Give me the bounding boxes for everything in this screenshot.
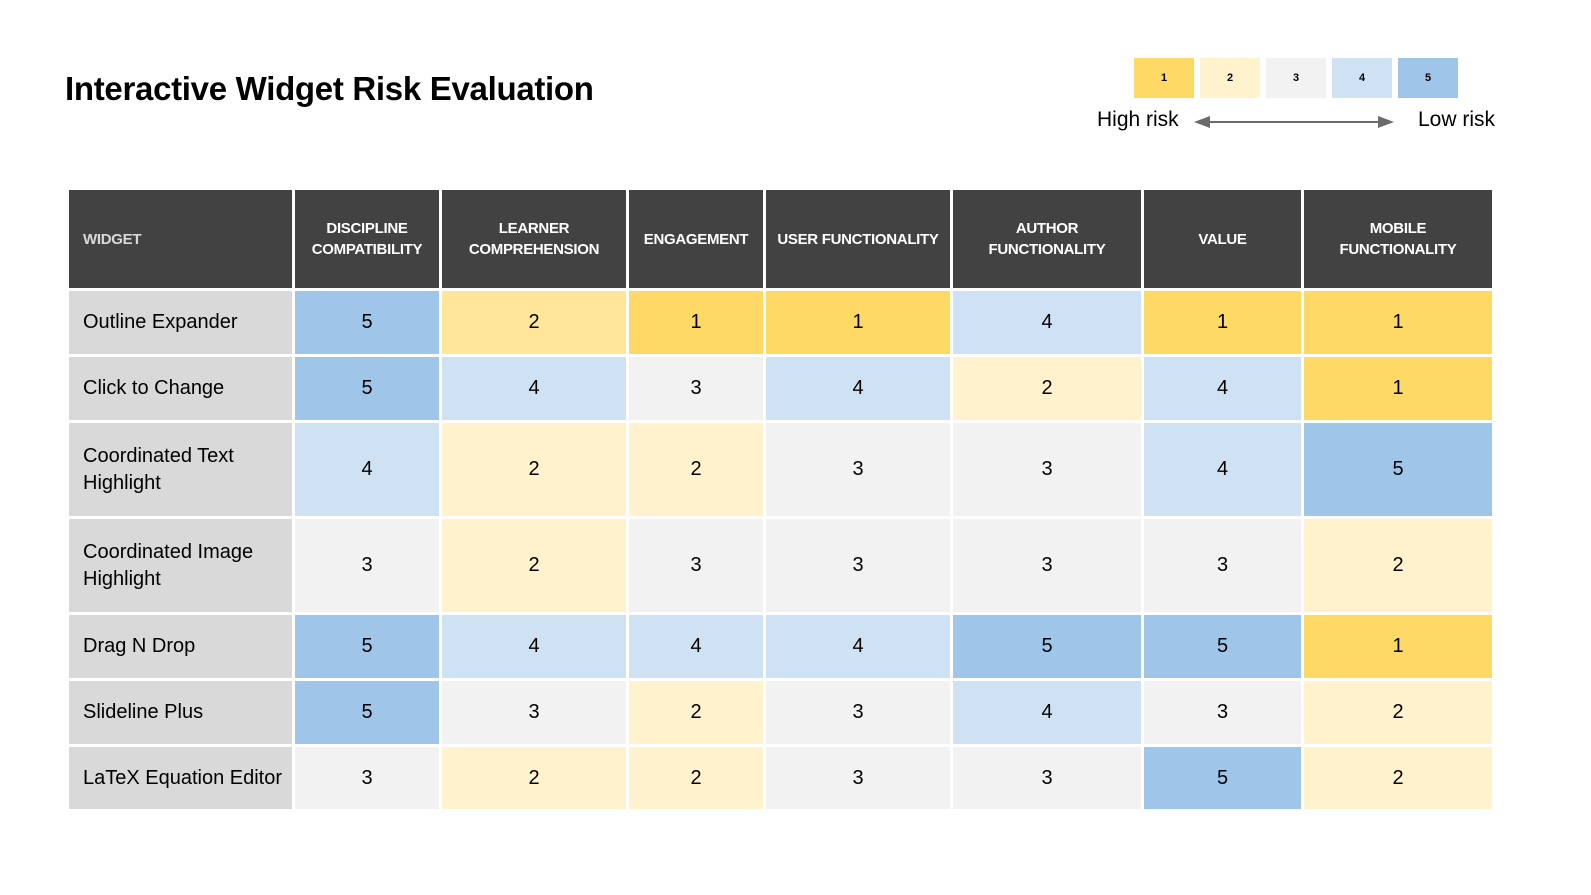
double-arrow-icon <box>1194 116 1394 128</box>
score-cell: 4 <box>442 615 626 678</box>
table-row: Coordinated Text Highlight 4 2 2 3 3 4 5 <box>69 423 1492 516</box>
score-cell: 4 <box>629 615 763 678</box>
legend-swatch-1: 1 <box>1134 58 1194 98</box>
table-row: Coordinated Image Highlight 3 2 3 3 3 3 … <box>69 519 1492 612</box>
header-engagement: ENGAGEMENT <box>629 190 763 288</box>
table-row: LaTeX Equation Editor 3 2 2 3 3 5 2 <box>69 747 1492 809</box>
legend-swatches: 1 2 3 4 5 <box>1134 58 1458 98</box>
table-row: Click to Change 5 4 3 4 2 4 1 <box>69 357 1492 420</box>
score-cell: 4 <box>766 357 950 420</box>
table-row: Drag N Drop 5 4 4 4 5 5 1 <box>69 615 1492 678</box>
risk-legend: 1 2 3 4 5 High risk Low risk <box>1090 55 1510 145</box>
score-cell: 3 <box>442 681 626 744</box>
score-cell: 4 <box>295 423 439 516</box>
table-header-row: WIDGET DISCIPLINE COMPATIBILITY LEARNER … <box>69 190 1492 288</box>
page-title: Interactive Widget Risk Evaluation <box>65 70 594 107</box>
widget-name: LaTeX Equation Editor <box>69 747 292 809</box>
score-cell: 1 <box>1304 615 1492 678</box>
header-user-functionality: USER FUNCTIONALITY <box>766 190 950 288</box>
header-learner-comprehension: LEARNER COMPREHENSION <box>442 190 626 288</box>
widget-name: Click to Change <box>69 357 292 420</box>
score-cell: 1 <box>1304 357 1492 420</box>
score-cell: 3 <box>766 423 950 516</box>
score-cell: 4 <box>1144 357 1301 420</box>
header-widget: WIDGET <box>69 190 292 288</box>
score-cell: 2 <box>442 423 626 516</box>
score-cell: 1 <box>1144 291 1301 354</box>
score-cell: 2 <box>1304 681 1492 744</box>
score-cell: 3 <box>766 747 950 809</box>
score-cell: 5 <box>295 357 439 420</box>
score-cell: 3 <box>295 519 439 612</box>
table-row: Slideline Plus 5 3 2 3 4 3 2 <box>69 681 1492 744</box>
header-author-functionality: AUTHOR FUNCTIONALITY <box>953 190 1141 288</box>
widget-name: Drag N Drop <box>69 615 292 678</box>
score-cell: 2 <box>629 423 763 516</box>
score-cell: 2 <box>442 519 626 612</box>
score-cell: 3 <box>1144 519 1301 612</box>
legend-swatch-5: 5 <box>1398 58 1458 98</box>
score-cell: 3 <box>1144 681 1301 744</box>
score-cell: 4 <box>1144 423 1301 516</box>
score-cell: 5 <box>295 615 439 678</box>
score-cell: 5 <box>295 681 439 744</box>
legend-swatch-3: 3 <box>1266 58 1326 98</box>
table-row: Outline Expander 5 2 1 1 4 1 1 <box>69 291 1492 354</box>
score-cell: 2 <box>629 747 763 809</box>
score-cell: 3 <box>953 747 1141 809</box>
legend-swatch-2: 2 <box>1200 58 1260 98</box>
header-discipline-compatibility: DISCIPLINE COMPATIBILITY <box>295 190 439 288</box>
score-cell: 3 <box>766 681 950 744</box>
score-cell: 3 <box>629 357 763 420</box>
header-mobile-functionality: MOBILE FUNCTIONALITY <box>1304 190 1492 288</box>
score-cell: 1 <box>1304 291 1492 354</box>
score-cell: 2 <box>442 747 626 809</box>
widget-name: Coordinated Image Highlight <box>69 519 292 612</box>
header-value: VALUE <box>1144 190 1301 288</box>
score-cell: 3 <box>629 519 763 612</box>
score-cell: 4 <box>766 615 950 678</box>
score-cell: 4 <box>442 357 626 420</box>
score-cell: 2 <box>629 681 763 744</box>
score-cell: 1 <box>766 291 950 354</box>
score-cell: 4 <box>953 681 1141 744</box>
widget-name: Outline Expander <box>69 291 292 354</box>
score-cell: 5 <box>295 291 439 354</box>
score-cell: 2 <box>1304 747 1492 809</box>
score-cell: 3 <box>953 423 1141 516</box>
legend-low-risk-label: Low risk <box>1417 108 1495 131</box>
score-cell: 5 <box>1144 615 1301 678</box>
score-cell: 5 <box>953 615 1141 678</box>
risk-table: WIDGET DISCIPLINE COMPATIBILITY LEARNER … <box>66 187 1495 812</box>
score-cell: 2 <box>442 291 626 354</box>
score-cell: 3 <box>766 519 950 612</box>
score-cell: 4 <box>953 291 1141 354</box>
score-cell: 2 <box>1304 519 1492 612</box>
score-cell: 5 <box>1144 747 1301 809</box>
widget-name: Slideline Plus <box>69 681 292 744</box>
widget-name: Coordinated Text Highlight <box>69 423 292 516</box>
score-cell: 3 <box>953 519 1141 612</box>
score-cell: 3 <box>295 747 439 809</box>
score-cell: 2 <box>953 357 1141 420</box>
legend-swatch-4: 4 <box>1332 58 1392 98</box>
legend-high-risk-label: High risk <box>1097 108 1179 131</box>
score-cell: 1 <box>629 291 763 354</box>
score-cell: 5 <box>1304 423 1492 516</box>
